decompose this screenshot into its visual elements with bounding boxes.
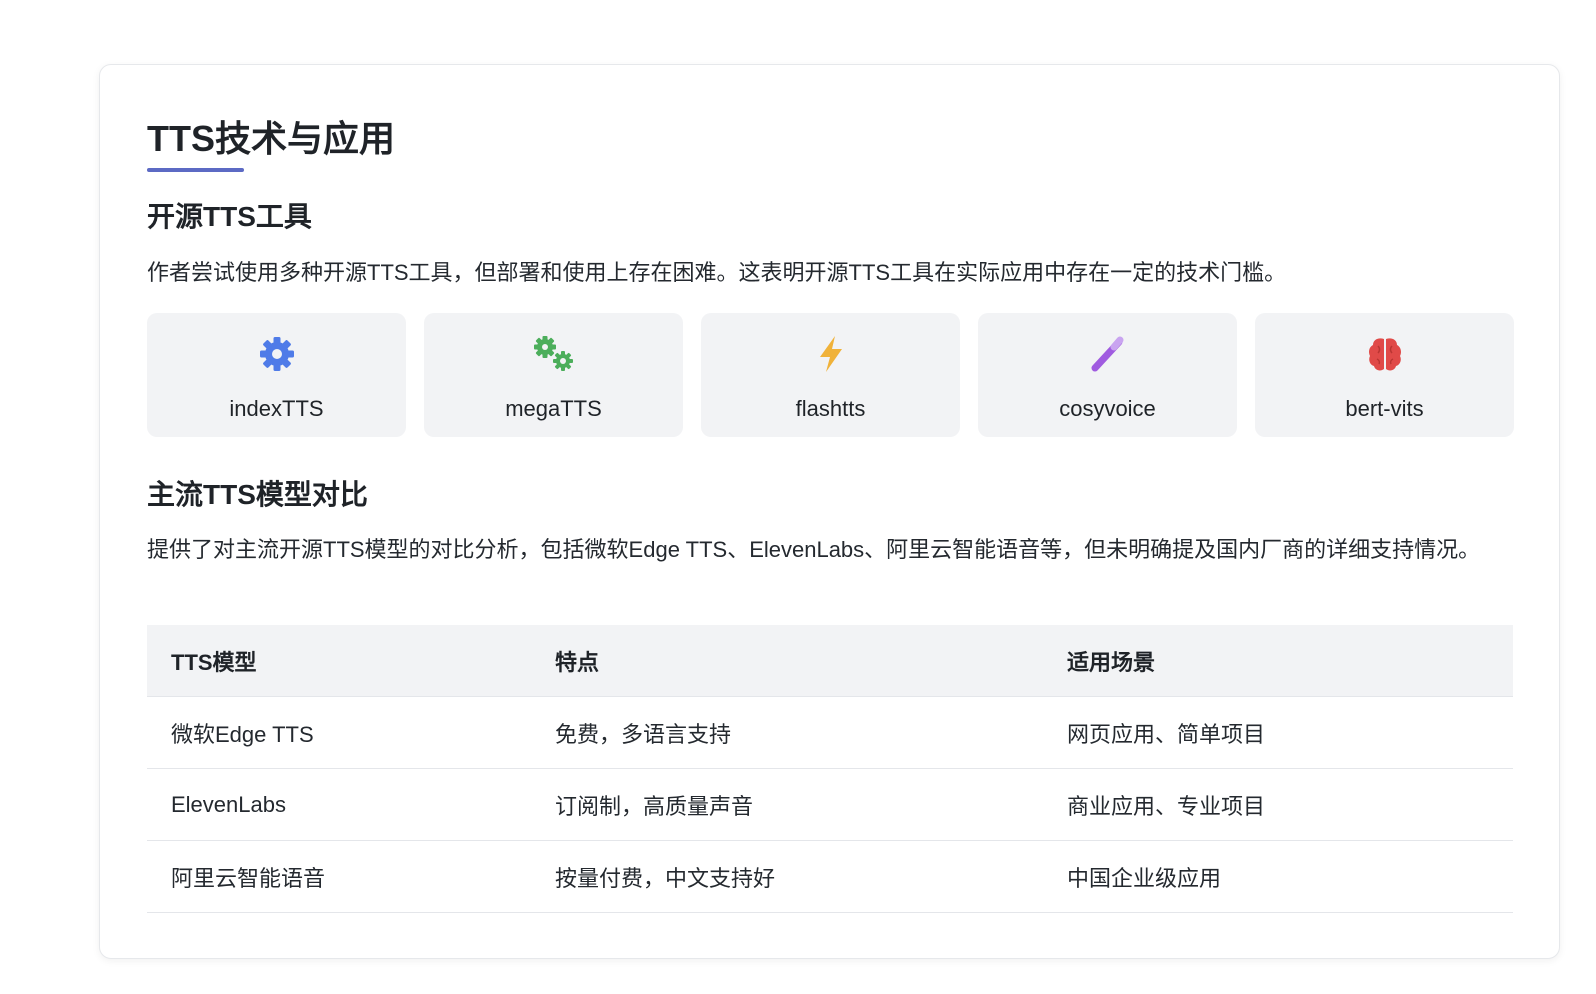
cell-model: 微软Edge TTS [171, 721, 314, 747]
comparison-description: 提供了对主流开源TTS模型的对比分析，包括微软Edge TTS、ElevenLa… [147, 537, 1481, 562]
column-header-scenarios: 适用场景 [1067, 649, 1156, 675]
tool-label: bert-vits [1345, 396, 1424, 421]
table-row: 阿里云智能语音 按量付费，中文支持好 中国企业级应用 [147, 840, 1513, 913]
tool-card-flashtts[interactable]: flashtts [701, 313, 960, 437]
title-underline [147, 168, 244, 172]
gear-icon [257, 333, 297, 375]
tool-label: megaTTS [505, 396, 602, 421]
table-header-row: TTS模型 特点 适用场景 [147, 625, 1513, 697]
tool-label: cosyvoice [1059, 396, 1156, 421]
magic-wand-icon [1088, 333, 1128, 375]
column-header-model: TTS模型 [171, 649, 257, 675]
gears-icon [530, 333, 578, 375]
table-row: ElevenLabs 订阅制，高质量声音 商业应用、专业项目 [147, 768, 1513, 841]
tool-card-bert-vits[interactable]: bert-vits [1255, 313, 1514, 437]
column-header-features: 特点 [555, 649, 600, 675]
tool-label: flashtts [795, 396, 866, 421]
table-row: 微软Edge TTS 免费，多语言支持 网页应用、简单项目 [147, 696, 1513, 769]
brain-icon [1365, 333, 1405, 375]
open-source-description: 作者尝试使用多种开源TTS工具，但部署和使用上存在困难。这表明开源TTS工具在实… [147, 260, 1287, 285]
cell-model: ElevenLabs [171, 791, 286, 817]
cell-scenarios: 商业应用、专业项目 [1067, 793, 1266, 819]
comparison-heading: 主流TTS模型对比 [147, 479, 368, 510]
cell-features: 订阅制，高质量声音 [555, 793, 754, 819]
content-card: TTS技术与应用 开源TTS工具 作者尝试使用多种开源TTS工具，但部署和使用上… [99, 64, 1560, 959]
open-source-heading: 开源TTS工具 [147, 201, 312, 232]
page-title: TTS技术与应用 [147, 118, 395, 159]
cell-features: 免费，多语言支持 [555, 721, 732, 747]
cell-model: 阿里云智能语音 [171, 865, 326, 891]
cell-scenarios: 网页应用、简单项目 [1067, 721, 1266, 747]
tool-card-cosyvoice[interactable]: cosyvoice [978, 313, 1237, 437]
tool-list: indexTTS megaTTS flashtts cosyvoice bert… [147, 313, 1514, 437]
tool-card-indextts[interactable]: indexTTS [147, 313, 406, 437]
cell-features: 按量付费，中文支持好 [555, 865, 776, 891]
lightning-icon [815, 333, 847, 375]
cell-scenarios: 中国企业级应用 [1067, 865, 1222, 891]
comparison-table: TTS模型 特点 适用场景 微软Edge TTS 免费，多语言支持 网页应用、简… [147, 625, 1513, 913]
tool-label: indexTTS [229, 396, 324, 421]
tool-card-megatts[interactable]: megaTTS [424, 313, 683, 437]
